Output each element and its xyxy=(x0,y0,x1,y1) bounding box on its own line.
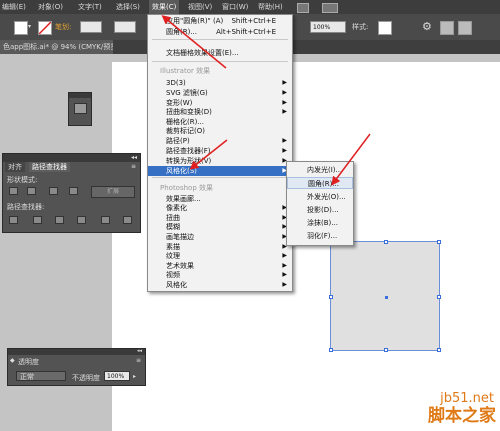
arrow-to-stylize xyxy=(189,139,228,170)
annotation-arrows xyxy=(161,15,371,186)
arrow-to-effect-menu xyxy=(161,15,227,69)
arrow-to-round-corners xyxy=(331,133,371,186)
watermark-name: 脚本之家 xyxy=(428,406,496,426)
